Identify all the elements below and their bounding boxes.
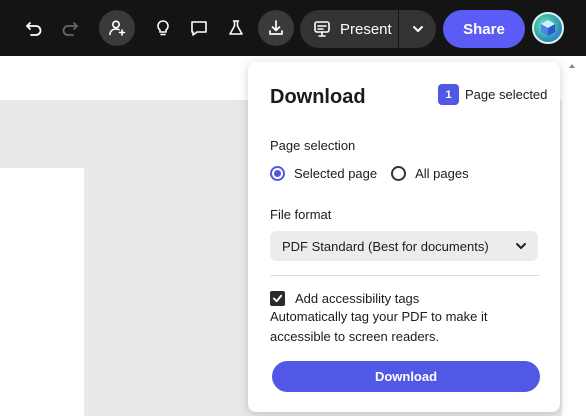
file-format-value: PDF Standard (Best for documents)	[282, 238, 489, 254]
undo-icon	[26, 22, 42, 36]
chevron-down-icon	[516, 243, 526, 249]
page-selection-label: Page selection	[270, 138, 356, 153]
undo-button[interactable]	[16, 10, 52, 46]
radio-all-pages[interactable]: All pages	[391, 166, 469, 181]
flask-icon	[229, 20, 243, 35]
comments-button[interactable]	[181, 10, 217, 46]
selected-label: Page selected	[465, 87, 548, 102]
invite-collaborator-button[interactable]	[99, 10, 135, 46]
download-button[interactable]: Download	[272, 361, 540, 392]
radio-button-unchecked[interactable]	[391, 166, 407, 181]
redo-icon	[62, 22, 78, 36]
accessibility-checkbox[interactable]	[270, 291, 285, 306]
top-toolbar: Present Share	[0, 0, 586, 56]
present-label: Present	[340, 20, 392, 38]
radio-label: Selected page	[294, 166, 378, 181]
radio-selected-page[interactable]: Selected page	[270, 166, 377, 181]
avatar-cube-icon	[541, 20, 555, 36]
divider	[270, 275, 540, 276]
download-toolbar-button[interactable]	[258, 10, 294, 46]
selected-count: 1	[438, 84, 459, 105]
scrollbar-track[interactable]	[562, 56, 586, 416]
download-panel: Download 1 Page selected Page selection …	[248, 62, 560, 412]
lightbulb-icon	[157, 20, 169, 36]
scroll-up-arrow-icon[interactable]	[569, 62, 575, 78]
document-page[interactable]	[0, 168, 84, 416]
download-icon	[269, 20, 283, 35]
ideas-button[interactable]	[145, 10, 181, 46]
labs-button[interactable]	[218, 10, 254, 46]
file-format-select[interactable]: PDF Standard (Best for documents)	[270, 231, 538, 261]
chevron-down-icon	[412, 26, 423, 32]
radio-label: All pages	[415, 166, 469, 181]
user-avatar[interactable]	[532, 12, 564, 44]
present-button[interactable]: Present	[300, 10, 398, 48]
add-user-icon	[109, 20, 126, 36]
page-selection-group: Selected page All pages	[270, 166, 469, 181]
accessibility-option[interactable]: Add accessibility tags	[270, 291, 419, 306]
share-button[interactable]: Share	[443, 10, 525, 48]
panel-title: Download	[270, 86, 366, 108]
comment-icon	[191, 21, 207, 36]
present-button-group: Present	[300, 10, 436, 48]
checkmark-icon	[272, 294, 283, 303]
file-format-label: File format	[270, 207, 332, 222]
accessibility-label: Add accessibility tags	[295, 291, 420, 306]
redo-button[interactable]	[52, 10, 88, 46]
radio-button-checked[interactable]	[270, 166, 285, 181]
selection-badge: 1 Page selected	[438, 84, 547, 105]
present-icon	[314, 21, 330, 37]
accessibility-help-text: Automatically tag your PDF to make it ac…	[270, 309, 488, 344]
present-options-button[interactable]	[399, 10, 436, 48]
